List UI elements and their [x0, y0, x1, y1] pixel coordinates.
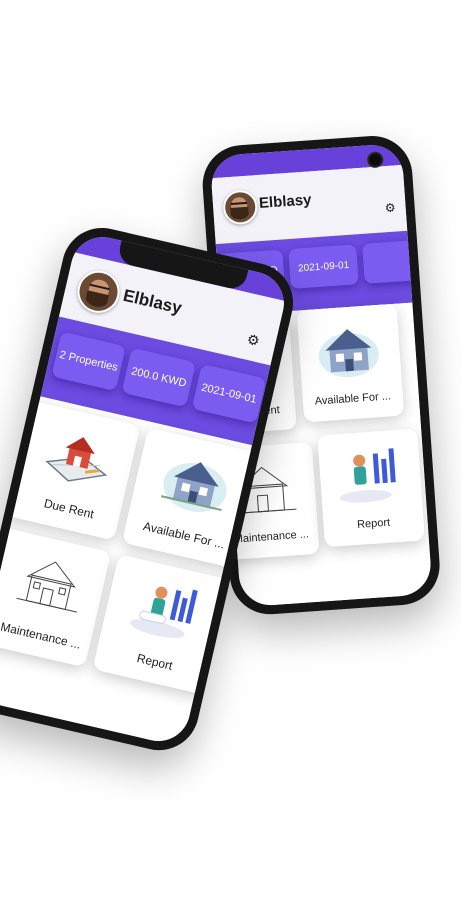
card-label: Available For ...: [314, 390, 392, 408]
card-label: Maintenance ...: [0, 619, 83, 652]
house-icon: [160, 462, 227, 512]
card-available[interactable]: Available For ...: [296, 303, 405, 423]
menu-grid: Due Rent Available For ...: [0, 396, 264, 748]
gear-icon[interactable]: ⚙: [245, 331, 261, 349]
front-phone-screen: Elblasy ⚙ 2 Properties 200.0 KWD 2021-09…: [0, 230, 291, 748]
stat-date: 2021-09-01: [288, 244, 359, 289]
card-report[interactable]: Report: [92, 554, 235, 696]
gear-icon[interactable]: ⚙: [384, 201, 396, 216]
user-name: Elblasy: [121, 285, 184, 318]
stat-properties: 2 Properties: [51, 331, 126, 392]
card-maintenance[interactable]: Maintenance ...: [0, 525, 112, 668]
stat-amount: 200.0 KWD: [121, 347, 197, 408]
card-label: Available For ...: [141, 519, 227, 552]
card-label: Report: [356, 516, 391, 531]
stat-extra: [362, 239, 425, 284]
avatar[interactable]: [222, 189, 259, 226]
card-due-rent[interactable]: Due Rent: [0, 399, 141, 541]
stat-date: 2021-09-01: [191, 363, 267, 424]
card-label: Report: [135, 651, 174, 673]
card-label: Due Rent: [42, 496, 96, 522]
house-tools-icon: [45, 437, 108, 482]
report-chart-icon: [129, 586, 198, 638]
card-report[interactable]: Report: [317, 428, 425, 548]
house-icon: [318, 329, 379, 378]
user-name: Elblasy: [258, 191, 313, 212]
avatar[interactable]: [73, 266, 124, 317]
report-chart-icon: [339, 448, 396, 503]
house-sketch-icon: [16, 561, 78, 613]
